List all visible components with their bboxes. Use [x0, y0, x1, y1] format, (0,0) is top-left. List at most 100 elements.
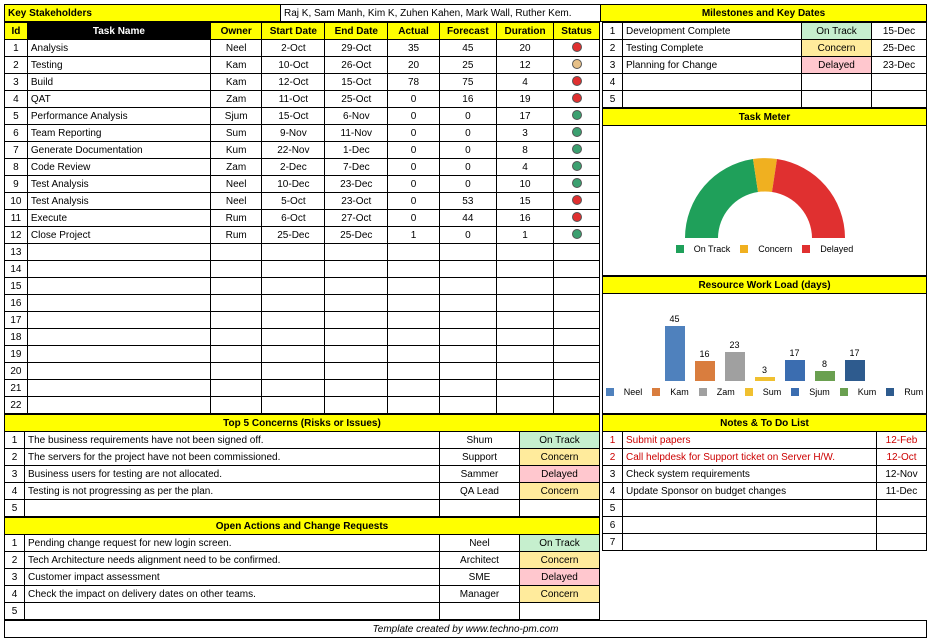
table-row[interactable]: 2 Testing Kam 10-Oct 26-Oct 20 25 12	[5, 57, 600, 74]
table-row[interactable]: 7 Generate Documentation Kum 22-Nov 1-De…	[5, 142, 600, 159]
table-row[interactable]: 3 Build Kam 12-Oct 15-Oct 78 75 4	[5, 74, 600, 91]
table-row[interactable]: 1 Pending change request for new login s…	[5, 535, 600, 552]
status-cell: On Track	[520, 432, 600, 449]
milestone-table: 1 Development Complete On Track 15-Dec 2…	[602, 22, 927, 108]
status-cell: Delayed	[520, 466, 600, 483]
table-row[interactable]: 13	[5, 244, 600, 261]
workload-legend: NeelKamZamSumSjumKumRum	[606, 387, 924, 397]
table-row[interactable]: 14	[5, 261, 600, 278]
legend-concern: Concern	[758, 244, 792, 254]
status-cell: Concern	[520, 552, 600, 569]
table-row[interactable]: 22	[5, 397, 600, 414]
table-row[interactable]: 20	[5, 363, 600, 380]
status-icon	[572, 59, 582, 69]
task-table: Id Task Name Owner Start Date End Date A…	[4, 22, 600, 414]
legend-swatch	[886, 388, 894, 396]
col-actual: Actual	[388, 23, 439, 40]
table-row[interactable]: 5	[603, 500, 927, 517]
task-meter-chart: On Track Concern Delayed	[602, 126, 927, 276]
table-row[interactable]: 17	[5, 312, 600, 329]
bar: 8	[815, 359, 835, 381]
table-row[interactable]: 3 Customer impact assessment SME Delayed	[5, 569, 600, 586]
status-cell: Delayed	[802, 57, 872, 74]
bar: 23	[725, 340, 745, 380]
bar: 16	[695, 349, 715, 381]
status-icon	[572, 229, 582, 239]
col-start: Start Date	[262, 23, 325, 40]
legend-swatch	[840, 388, 848, 396]
table-row[interactable]: 2 The servers for the project have not b…	[5, 449, 600, 466]
stakeholders-value: Raj K, Sam Manh, Kim K, Zuhen Kahen, Mar…	[281, 5, 601, 22]
status-cell	[520, 500, 600, 517]
table-row[interactable]: 4 Update Sponsor on budget changes 11-De…	[603, 483, 927, 500]
table-row[interactable]: 1 The business requirements have not bee…	[5, 432, 600, 449]
status-icon	[572, 110, 582, 120]
status-cell: Concern	[520, 483, 600, 500]
table-row[interactable]: 11 Execute Rum 6-Oct 27-Oct 0 44 16	[5, 210, 600, 227]
table-row[interactable]: 3 Check system requirements 12-Nov	[603, 466, 927, 483]
table-row[interactable]: 3 Business users for testing are not all…	[5, 466, 600, 483]
task-meter-title: Task Meter	[603, 109, 927, 126]
notes-title: Notes & To Do List	[603, 415, 927, 432]
table-row[interactable]: 4 QAT Zam 11-Oct 25-Oct 0 16 19	[5, 91, 600, 108]
table-row[interactable]: 21	[5, 380, 600, 397]
table-row[interactable]: 4 Testing is not progressing as per the …	[5, 483, 600, 500]
legend-swatch	[745, 388, 753, 396]
table-row[interactable]: 1 Analysis Neel 2-Oct 29-Oct 35 45 20	[5, 40, 600, 57]
col-id: Id	[5, 23, 28, 40]
table-row[interactable]: 1 Development Complete On Track 15-Dec	[603, 23, 927, 40]
table-row[interactable]: 2 Testing Complete Concern 25-Dec	[603, 40, 927, 57]
status-icon	[572, 93, 582, 103]
table-row[interactable]: 7	[603, 534, 927, 551]
meter-legend: On Track Concern Delayed	[676, 244, 854, 254]
table-row[interactable]: 19	[5, 346, 600, 363]
status-icon	[572, 212, 582, 222]
table-row[interactable]: 4 Check the impact on delivery dates on …	[5, 586, 600, 603]
status-icon	[572, 195, 582, 205]
status-cell: On Track	[520, 535, 600, 552]
table-row[interactable]: 9 Test Analysis Neel 10-Dec 23-Dec 0 0 1…	[5, 176, 600, 193]
status-icon	[572, 178, 582, 188]
status-icon	[572, 127, 582, 137]
table-row[interactable]: 12 Close Project Rum 25-Dec 25-Dec 1 0 1	[5, 227, 600, 244]
header-row: Key Stakeholders Raj K, Sam Manh, Kim K,…	[4, 4, 927, 22]
legend-delayed: Delayed	[820, 244, 853, 254]
workload-title: Resource Work Load (days)	[603, 277, 927, 294]
legend-swatch	[791, 388, 799, 396]
footer-credit: Template created by www.techno-pm.com	[5, 621, 927, 638]
table-row[interactable]: 18	[5, 329, 600, 346]
table-row[interactable]: 8 Code Review Zam 2-Dec 7-Dec 0 0 4	[5, 159, 600, 176]
table-row[interactable]: 5 Performance Analysis Sjum 15-Oct 6-Nov…	[5, 108, 600, 125]
concerns-title: Top 5 Concerns (Risks or Issues)	[5, 415, 600, 432]
table-row[interactable]: 5	[603, 91, 927, 108]
status-cell: Concern	[520, 586, 600, 603]
table-row[interactable]: 6	[603, 517, 927, 534]
table-row[interactable]: 6 Team Reporting Sum 9-Nov 11-Nov 0 0 3	[5, 125, 600, 142]
col-duration: Duration	[496, 23, 553, 40]
col-name: Task Name	[27, 23, 210, 40]
table-row[interactable]: 16	[5, 295, 600, 312]
status-cell: Concern	[520, 449, 600, 466]
table-row[interactable]: 2 Call helpdesk for Support ticket on Se…	[603, 449, 927, 466]
stakeholders-label: Key Stakeholders	[5, 5, 281, 22]
status-cell: On Track	[802, 23, 872, 40]
status-cell: Concern	[802, 40, 872, 57]
status-icon	[572, 42, 582, 52]
table-row[interactable]: 5	[5, 500, 600, 517]
actions-table: Open Actions and Change Requests 1 Pendi…	[4, 517, 600, 620]
actions-title: Open Actions and Change Requests	[5, 518, 600, 535]
table-row[interactable]: 2 Tech Architecture needs alignment need…	[5, 552, 600, 569]
legend-swatch	[606, 388, 614, 396]
col-owner: Owner	[210, 23, 261, 40]
table-row[interactable]: 10 Test Analysis Neel 5-Oct 23-Oct 0 53 …	[5, 193, 600, 210]
table-row[interactable]: 5	[5, 603, 600, 620]
notes-table: Notes & To Do List 1 Submit papers 12-Fe…	[602, 414, 927, 551]
table-row[interactable]: 1 Submit papers 12-Feb	[603, 432, 927, 449]
table-row[interactable]: 3 Planning for Change Delayed 23-Dec	[603, 57, 927, 74]
milestones-title: Milestones and Key Dates	[601, 5, 927, 22]
legend-swatch	[652, 388, 660, 396]
bar: 17	[785, 348, 805, 381]
bar: 17	[845, 348, 865, 381]
table-row[interactable]: 15	[5, 278, 600, 295]
table-row[interactable]: 4	[603, 74, 927, 91]
